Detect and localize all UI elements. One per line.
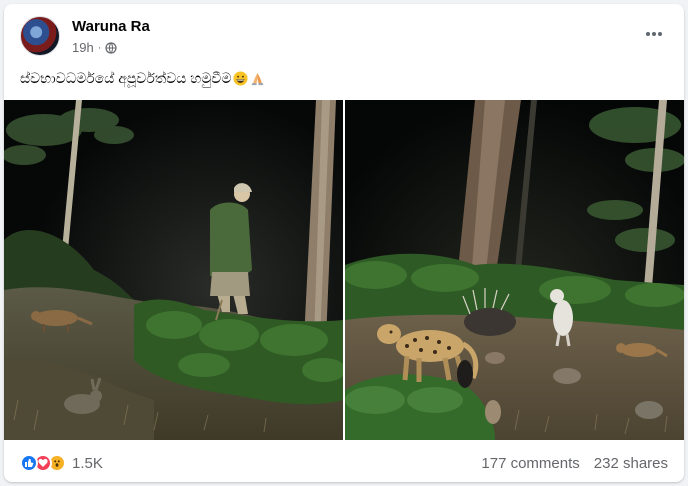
post-caption: ස්වභාවධර්මයේ අපූර්වත්වය හමුවීම [20,70,265,87]
deer-right [485,400,501,424]
post-footer: 1.5K 177 comments 232 shares [20,450,668,476]
post-time[interactable]: 19h [72,40,94,55]
photo-left[interactable] [4,100,343,440]
more-options-button[interactable] [636,16,672,52]
night-forest-scene-right [345,100,684,440]
post-header: Waruna Ra 19h · [16,14,672,62]
reactions-summary[interactable]: 1.5K [20,454,103,472]
hare-right [553,368,581,384]
folded-hands-icon [250,71,265,86]
night-forest-scene-left [4,100,343,440]
like-icon [20,454,38,472]
comments-link[interactable]: 177 comments [481,455,579,472]
post-meta: 19h · [72,40,117,55]
shares-link[interactable]: 232 shares [594,455,668,472]
caption-text: ස්වභාවධර්මයේ අපූර්වත්වය හමුවීම [20,70,232,86]
reaction-count: 1.5K [72,454,103,472]
rabbit-right [635,401,663,419]
meta-separator: · [97,41,102,54]
photo-right[interactable] [345,100,684,440]
mongoose-right [485,352,505,364]
black-animal-right [457,360,473,388]
author-name[interactable]: Waruna Ra [72,18,150,35]
more-horizontal-icon [646,32,662,36]
avatar[interactable] [20,16,60,56]
globe-icon[interactable] [105,41,117,54]
grinning-face-icon [233,71,248,86]
post-card: Waruna Ra 19h · ස්වභාවධර්මයේ අපූර්වත්වය … [4,4,684,482]
photo-grid [4,100,684,440]
